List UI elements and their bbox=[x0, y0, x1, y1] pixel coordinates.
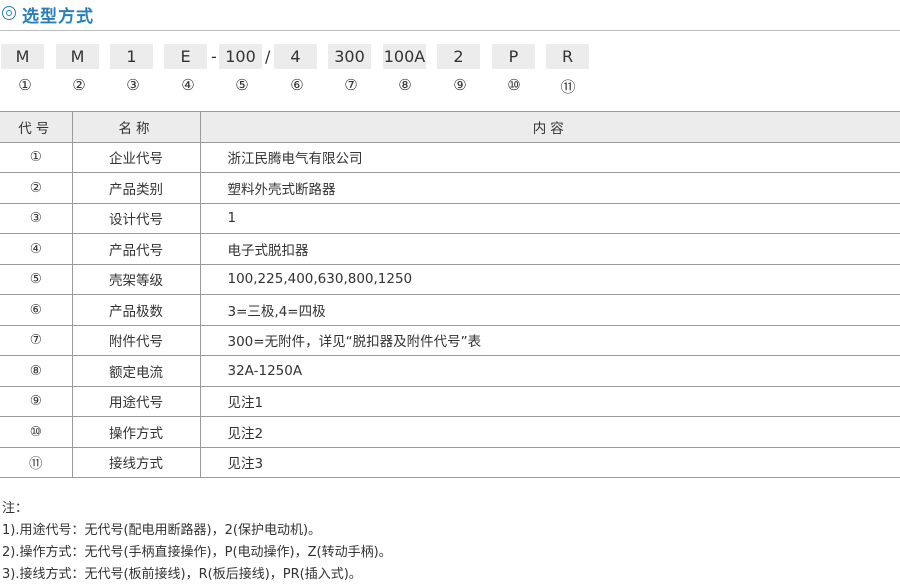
code-box: M bbox=[1, 44, 44, 69]
position-number: ② bbox=[72, 76, 86, 94]
position-number: ⑤ bbox=[235, 76, 249, 94]
position-number: ① bbox=[18, 76, 32, 94]
cell-content: 电子式脱扣器 bbox=[199, 233, 900, 265]
table-row: ⑤ 壳架等级 100,225,400,630,800,1250 bbox=[0, 263, 900, 295]
cell-code: ⑩ bbox=[0, 416, 73, 448]
position-number: ⑧ bbox=[398, 76, 412, 94]
cell-code: ⑤ bbox=[0, 263, 73, 295]
table-row: ⑨ 用途代号 见注1 bbox=[0, 385, 900, 417]
table-row: ⑩ 操作方式 见注2 bbox=[0, 416, 900, 448]
code-box: 100A bbox=[383, 44, 426, 69]
cell-code: ④ bbox=[0, 233, 73, 265]
cell-code: ⑥ bbox=[0, 294, 73, 326]
code-box: 300 bbox=[328, 44, 371, 69]
cell-content: 见注2 bbox=[199, 416, 900, 448]
cell-name: 产品类别 bbox=[71, 172, 201, 204]
section-title-bar: 选型方式 bbox=[0, 0, 900, 36]
double-circle-icon bbox=[2, 6, 16, 20]
cell-content: 见注1 bbox=[199, 385, 900, 417]
spec-table: 代号 名称 内容 ① 企业代号 浙江民腾电气有限公司 ② 产品类别 塑料外壳式断… bbox=[0, 111, 900, 478]
cell-name: 操作方式 bbox=[71, 416, 201, 448]
position-number: ③ bbox=[126, 76, 140, 94]
cell-name: 产品极数 bbox=[71, 294, 201, 326]
title-divider bbox=[0, 30, 900, 31]
code-box: P bbox=[492, 44, 535, 69]
header-name: 名称 bbox=[71, 111, 201, 143]
position-number: ⑪ bbox=[560, 78, 576, 96]
position-number-row: ① ② ③ ④ ⑤ ⑥ ⑦ ⑧ ⑨ ⑩ ⑪ bbox=[0, 76, 900, 98]
cell-code: ⑧ bbox=[0, 355, 73, 387]
cell-content: 塑料外壳式断路器 bbox=[199, 172, 900, 204]
model-code-row: M M 1 E - 100 / 4 300 100A 2 P R bbox=[0, 44, 900, 70]
code-separator: / bbox=[265, 47, 271, 66]
cell-name: 产品代号 bbox=[71, 233, 201, 265]
cell-name: 额定电流 bbox=[71, 355, 201, 387]
cell-name: 附件代号 bbox=[71, 324, 201, 356]
code-box: E bbox=[164, 44, 207, 69]
header-code: 代号 bbox=[0, 111, 73, 143]
table-row: ④ 产品代号 电子式脱扣器 bbox=[0, 233, 900, 265]
table-row: ⑪ 接线方式 见注3 bbox=[0, 446, 900, 478]
position-number: ⑥ bbox=[290, 76, 304, 94]
cell-code: ⑨ bbox=[0, 385, 73, 417]
code-box: R bbox=[546, 44, 589, 69]
code-box: M bbox=[56, 44, 99, 69]
code-box: 2 bbox=[437, 44, 480, 69]
notes-heading: 注： bbox=[2, 501, 29, 516]
note-item: 1).用途代号：无代号(配电用断路器)，2(保护电动机)。 bbox=[2, 523, 322, 538]
cell-name: 设计代号 bbox=[71, 202, 201, 234]
cell-code: ③ bbox=[0, 202, 73, 234]
cell-content: 100,225,400,630,800,1250 bbox=[199, 263, 900, 295]
position-number: ⑩ bbox=[507, 76, 521, 94]
cell-code: ② bbox=[0, 172, 73, 204]
section-title: 选型方式 bbox=[22, 7, 94, 27]
cell-name: 企业代号 bbox=[71, 141, 201, 173]
cell-code: ⑦ bbox=[0, 324, 73, 356]
code-separator: - bbox=[211, 47, 217, 66]
table-row: ⑦ 附件代号 300=无附件，详见“脱扣器及附件代号”表 bbox=[0, 324, 900, 356]
cell-content: 浙江民腾电气有限公司 bbox=[199, 141, 900, 173]
cell-name: 用途代号 bbox=[71, 385, 201, 417]
table-row: ⑧ 额定电流 32A-1250A bbox=[0, 355, 900, 387]
position-number: ⑨ bbox=[453, 76, 467, 94]
table-header-row: 代号 名称 内容 bbox=[0, 111, 900, 143]
cell-content: 1 bbox=[199, 202, 900, 234]
code-box: 4 bbox=[274, 44, 317, 69]
cell-content: 300=无附件，详见“脱扣器及附件代号”表 bbox=[199, 324, 900, 356]
cell-content: 32A-1250A bbox=[199, 355, 900, 387]
table-row: ① 企业代号 浙江民腾电气有限公司 bbox=[0, 141, 900, 173]
code-box: 1 bbox=[110, 44, 153, 69]
cell-code: ⑪ bbox=[0, 446, 73, 478]
table-row: ② 产品类别 塑料外壳式断路器 bbox=[0, 172, 900, 204]
cell-code: ① bbox=[0, 141, 73, 173]
cell-content: 3=三极,4=四极 bbox=[199, 294, 900, 326]
cell-content: 见注3 bbox=[199, 446, 900, 478]
header-content: 内容 bbox=[199, 111, 900, 143]
cell-name: 壳架等级 bbox=[71, 263, 201, 295]
table-row: ⑥ 产品极数 3=三极,4=四极 bbox=[0, 294, 900, 326]
table-row: ③ 设计代号 1 bbox=[0, 202, 900, 234]
note-item: 3).接线方式：无代号(板前接线)，R(板后接线)，PR(插入式)。 bbox=[2, 567, 362, 582]
code-box: 100 bbox=[219, 44, 262, 69]
cell-name: 接线方式 bbox=[71, 446, 201, 478]
note-item: 2).操作方式：无代号(手柄直接操作)，P(电动操作)，Z(转动手柄)。 bbox=[2, 545, 392, 560]
position-number: ④ bbox=[181, 76, 195, 94]
position-number: ⑦ bbox=[344, 76, 358, 94]
notes-section: 注： 1).用途代号：无代号(配电用断路器)，2(保护电动机)。 2).操作方式… bbox=[2, 498, 392, 586]
